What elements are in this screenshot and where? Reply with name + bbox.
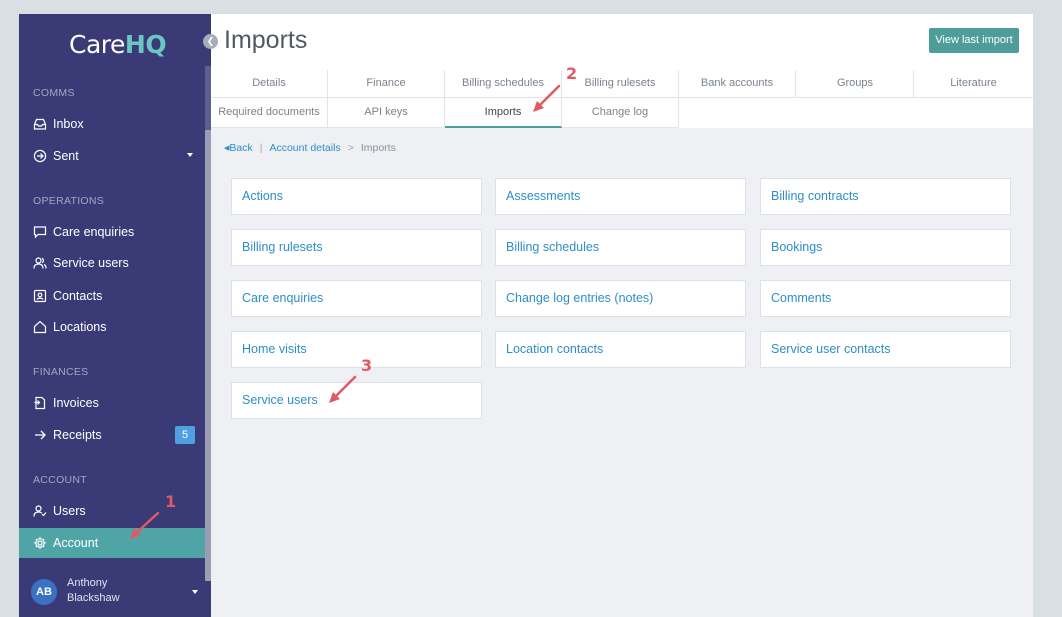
import-card-actions[interactable]: Actions bbox=[231, 178, 482, 215]
view-last-import-button[interactable]: View last import bbox=[929, 28, 1019, 53]
sidebar-item-label: Locations bbox=[53, 320, 107, 334]
gear-icon bbox=[33, 536, 47, 550]
home-icon bbox=[33, 320, 47, 334]
annotation-arrow-1 bbox=[130, 511, 160, 539]
receipts-count-badge: 5 bbox=[175, 426, 195, 444]
tab-change-log[interactable]: Change log bbox=[562, 98, 679, 128]
import-card-location-contacts[interactable]: Location contacts bbox=[495, 331, 746, 368]
import-card-billing-schedules[interactable]: Billing schedules bbox=[495, 229, 746, 266]
sidebar-item-label: Users bbox=[53, 504, 86, 518]
page-title: Imports bbox=[224, 26, 308, 54]
tab-finance[interactable]: Finance bbox=[328, 70, 445, 98]
sidebar: CareHQ COMMS Inbox Sent OPERATIONS Care … bbox=[19, 14, 211, 617]
sidebar-item-care-enquiries[interactable]: Care enquiries bbox=[19, 217, 205, 247]
section-account: ACCOUNT bbox=[33, 474, 88, 486]
annotation-arrow-3 bbox=[329, 375, 357, 403]
sidebar-item-users[interactable]: Users bbox=[19, 496, 205, 526]
users-icon bbox=[33, 256, 47, 270]
tab-details[interactable]: Details bbox=[211, 70, 328, 98]
annotation-number-1: 1 bbox=[165, 492, 177, 511]
sidebar-item-sent[interactable]: Sent bbox=[19, 141, 205, 171]
breadcrumb: ◀Back | Account details > Imports bbox=[224, 142, 396, 154]
tab-bank-accounts[interactable]: Bank accounts bbox=[679, 70, 796, 98]
inbox-icon bbox=[33, 117, 47, 131]
import-card-billing-rulesets[interactable]: Billing rulesets bbox=[231, 229, 482, 266]
back-link[interactable]: ◀Back bbox=[224, 142, 253, 154]
arrow-right-icon bbox=[33, 428, 47, 442]
sidebar-item-inbox[interactable]: Inbox bbox=[19, 109, 205, 139]
user-name: Anthony Blackshaw bbox=[67, 577, 120, 604]
sidebar-item-label: Contacts bbox=[53, 289, 103, 303]
sidebar-item-account[interactable]: Account bbox=[19, 528, 205, 558]
sidebar-item-label: Inbox bbox=[53, 117, 84, 131]
annotation-number-3: 3 bbox=[361, 356, 373, 375]
section-finances: FINANCES bbox=[33, 366, 89, 378]
sidebar-item-label: Invoices bbox=[53, 396, 99, 410]
import-card-comments[interactable]: Comments bbox=[760, 280, 1011, 317]
chevron-down-icon bbox=[192, 590, 198, 594]
page-header: Imports View last import Details Finance… bbox=[211, 14, 1033, 128]
import-card-care-enquiries[interactable]: Care enquiries bbox=[231, 280, 482, 317]
breadcrumb-current: Imports bbox=[360, 142, 396, 154]
sidebar-item-service-users[interactable]: Service users bbox=[19, 248, 205, 278]
tab-literature[interactable]: Literature bbox=[914, 70, 1033, 98]
section-comms: COMMS bbox=[33, 87, 75, 99]
sidebar-item-receipts[interactable]: Receipts 5 bbox=[19, 420, 205, 450]
sidebar-item-invoices[interactable]: Invoices bbox=[19, 388, 205, 418]
collapse-sidebar-button[interactable]: ❮ bbox=[203, 34, 218, 49]
tab-api-keys[interactable]: API keys bbox=[328, 98, 445, 128]
main-content: Imports View last import Details Finance… bbox=[211, 14, 1033, 617]
sidebar-item-label: Sent bbox=[53, 149, 79, 163]
avatar: AB bbox=[31, 579, 57, 605]
sidebar-item-contacts[interactable]: Contacts bbox=[19, 281, 205, 311]
tab-billing-rulesets[interactable]: Billing rulesets bbox=[562, 70, 679, 98]
invoice-icon bbox=[33, 396, 47, 410]
import-card-billing-contracts[interactable]: Billing contracts bbox=[760, 178, 1011, 215]
import-card-bookings[interactable]: Bookings bbox=[760, 229, 1011, 266]
breadcrumb-separator: > bbox=[347, 142, 354, 154]
sidebar-item-locations[interactable]: Locations bbox=[19, 312, 205, 342]
tab-groups[interactable]: Groups bbox=[797, 70, 914, 98]
sidebar-item-label: Account bbox=[53, 536, 99, 550]
tab-required-documents[interactable]: Required documents bbox=[211, 98, 328, 128]
breadcrumb-separator: | bbox=[259, 142, 263, 154]
section-operations: OPERATIONS bbox=[33, 195, 105, 207]
sidebar-item-label: Care enquiries bbox=[53, 225, 135, 239]
import-card-service-user-contacts[interactable]: Service user contacts bbox=[760, 331, 1011, 368]
annotation-arrow-2 bbox=[533, 84, 561, 112]
sidebar-item-label: Receipts bbox=[53, 428, 102, 442]
user-menu[interactable]: AB Anthony Blackshaw bbox=[19, 574, 205, 617]
annotation-number-2: 2 bbox=[566, 64, 578, 83]
chevron-down-icon bbox=[187, 153, 193, 157]
contact-card-icon bbox=[33, 289, 47, 303]
sidebar-item-label: Service users bbox=[53, 256, 129, 270]
arrow-circle-right-icon bbox=[33, 149, 47, 163]
import-card-home-visits[interactable]: Home visits bbox=[231, 331, 482, 368]
carehq-logo[interactable]: CareHQ bbox=[69, 30, 167, 59]
account-details-link[interactable]: Account details bbox=[269, 142, 340, 154]
import-card-change-log-entries[interactable]: Change log entries (notes) bbox=[495, 280, 746, 317]
import-card-assessments[interactable]: Assessments bbox=[495, 178, 746, 215]
user-check-icon bbox=[33, 504, 47, 518]
chat-icon bbox=[33, 225, 47, 239]
